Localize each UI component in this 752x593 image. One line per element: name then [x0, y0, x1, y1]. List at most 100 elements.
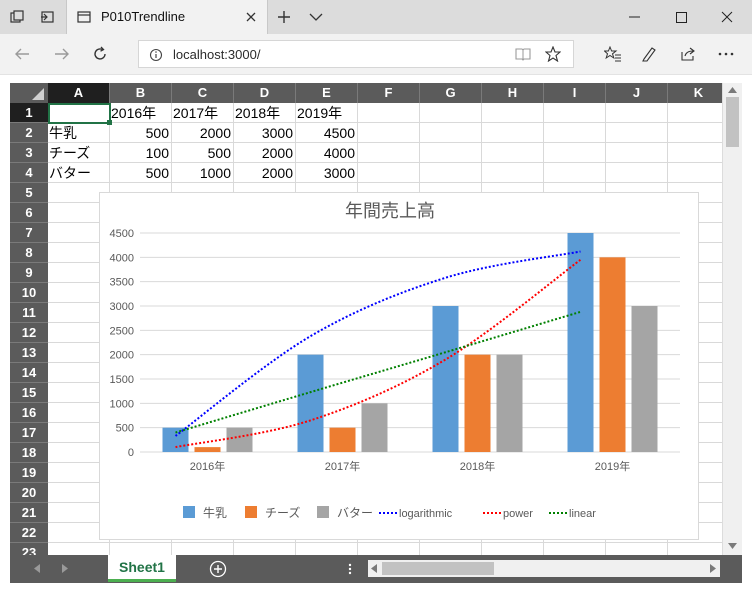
row-header-15[interactable]: 15 — [10, 383, 48, 403]
column-header-f[interactable]: F — [358, 83, 420, 103]
set-tabs-aside-icon[interactable] — [40, 10, 54, 24]
select-all-corner[interactable] — [10, 83, 48, 103]
scroll-up-icon[interactable] — [728, 87, 737, 93]
row-header-20[interactable]: 20 — [10, 483, 48, 503]
row-header-22[interactable]: 22 — [10, 523, 48, 543]
cell-e4[interactable]: 3000 — [296, 163, 357, 183]
horizontal-scroll-thumb[interactable] — [382, 562, 494, 575]
column-header-a[interactable]: A — [48, 83, 110, 103]
address-bar[interactable]: localhost:3000/ — [138, 40, 574, 68]
tab-actions-icon[interactable] — [10, 10, 24, 24]
row-header-14[interactable]: 14 — [10, 363, 48, 383]
cell-a3[interactable]: チーズ — [49, 143, 110, 163]
column-header-h[interactable]: H — [482, 83, 544, 103]
row-header-3[interactable]: 3 — [10, 143, 48, 163]
row-header-2[interactable]: 2 — [10, 123, 48, 143]
row-header-4[interactable]: 4 — [10, 163, 48, 183]
cell-b3[interactable]: 100 — [110, 143, 171, 163]
scroll-down-icon[interactable] — [728, 543, 737, 549]
column-header-i[interactable]: I — [544, 83, 606, 103]
cell-a4[interactable]: バター — [49, 163, 110, 183]
column-header-j[interactable]: J — [606, 83, 668, 103]
sheet-tab-sheet1[interactable]: Sheet1 — [108, 555, 176, 582]
cell-b1[interactable]: 2016年 — [111, 103, 172, 123]
row-header-5[interactable]: 5 — [10, 183, 48, 203]
favorites-hub-icon[interactable] — [604, 46, 622, 62]
cell-e1[interactable]: 2019年 — [297, 103, 358, 123]
row-header-23[interactable]: 23 — [10, 543, 48, 555]
cell-d1[interactable]: 2018年 — [235, 103, 296, 123]
legend-label: power — [503, 508, 533, 520]
scroll-left-icon[interactable] — [371, 564, 377, 573]
vertical-scrollbar[interactable] — [722, 83, 742, 555]
column-header-c[interactable]: C — [172, 83, 234, 103]
row-header-21[interactable]: 21 — [10, 503, 48, 523]
row-header-17[interactable]: 17 — [10, 423, 48, 443]
horizontal-scrollbar[interactable] — [368, 560, 720, 577]
row-header-1[interactable]: 1 — [10, 103, 48, 123]
address-url[interactable]: localhost:3000/ — [173, 47, 260, 62]
corner-triangle-icon — [32, 88, 44, 100]
chart-title: 年間売上高 — [345, 201, 435, 221]
favorite-star-icon[interactable] — [545, 46, 561, 62]
scroll-right-icon[interactable] — [710, 564, 716, 573]
chevron-down-icon[interactable] — [309, 12, 323, 22]
prev-sheet-icon[interactable] — [34, 564, 40, 573]
row-header-8[interactable]: 8 — [10, 243, 48, 263]
cell-c3[interactable]: 500 — [172, 143, 233, 163]
new-tab-icon[interactable] — [277, 10, 291, 24]
close-tab-icon[interactable] — [245, 11, 257, 23]
cell-b4[interactable]: 500 — [110, 163, 171, 183]
column-header-b[interactable]: B — [110, 83, 172, 103]
bar-2-2 — [329, 427, 356, 452]
forward-arrow-icon[interactable] — [54, 47, 70, 61]
bar-1-2 — [297, 354, 324, 452]
refresh-icon[interactable] — [92, 46, 108, 62]
bar-2-4 — [599, 257, 626, 452]
vertical-scroll-thumb[interactable] — [726, 97, 739, 147]
next-sheet-icon[interactable] — [62, 564, 68, 573]
cell-a2[interactable]: 牛乳 — [49, 123, 110, 143]
pen-notes-icon[interactable] — [641, 46, 657, 62]
cell-d4[interactable]: 2000 — [234, 163, 295, 183]
row-header-10[interactable]: 10 — [10, 283, 48, 303]
row-header-7[interactable]: 7 — [10, 223, 48, 243]
share-icon[interactable] — [680, 46, 696, 62]
cell-e2[interactable]: 4500 — [296, 123, 357, 143]
column-header-g[interactable]: G — [420, 83, 482, 103]
cell-c1[interactable]: 2017年 — [173, 103, 234, 123]
row-header-13[interactable]: 13 — [10, 343, 48, 363]
column-header-e[interactable]: E — [296, 83, 358, 103]
more-icon[interactable] — [718, 52, 734, 56]
column-header-k[interactable]: K — [668, 83, 722, 103]
row-header-11[interactable]: 11 — [10, 303, 48, 323]
browser-tab[interactable]: P010Trendline — [66, 0, 268, 34]
sheet-tab-bar: Sheet1 — [10, 555, 742, 583]
info-icon[interactable] — [149, 48, 163, 62]
row-header-6[interactable]: 6 — [10, 203, 48, 223]
tab-splitter-icon[interactable] — [348, 563, 352, 575]
cell-e3[interactable]: 4000 — [296, 143, 357, 163]
legend-label: チーズ — [265, 505, 300, 520]
cell-b2[interactable]: 500 — [110, 123, 171, 143]
row-header-12[interactable]: 12 — [10, 323, 48, 343]
row-header-18[interactable]: 18 — [10, 443, 48, 463]
fill-handle[interactable] — [107, 120, 112, 125]
cell-d2[interactable]: 3000 — [234, 123, 295, 143]
close-window-button[interactable] — [704, 0, 750, 34]
row-header-19[interactable]: 19 — [10, 463, 48, 483]
column-header-d[interactable]: D — [234, 83, 296, 103]
cell-c2[interactable]: 2000 — [172, 123, 233, 143]
minimize-button[interactable] — [612, 0, 658, 34]
legend-swatch-2 — [245, 506, 257, 518]
cell-c4[interactable]: 1000 — [172, 163, 233, 183]
maximize-button[interactable] — [658, 0, 704, 34]
row-header-9[interactable]: 9 — [10, 263, 48, 283]
sales-chart[interactable]: 年間売上高 0 500 1000 1500 2000 2500 3000 3500 4000 450… — [99, 192, 699, 540]
cell-d3[interactable]: 2000 — [234, 143, 295, 163]
back-arrow-icon[interactable] — [14, 47, 30, 61]
add-sheet-icon[interactable] — [209, 560, 227, 578]
reading-view-icon[interactable] — [515, 47, 531, 61]
y-tick-label: 4500 — [110, 228, 134, 240]
row-header-16[interactable]: 16 — [10, 403, 48, 423]
